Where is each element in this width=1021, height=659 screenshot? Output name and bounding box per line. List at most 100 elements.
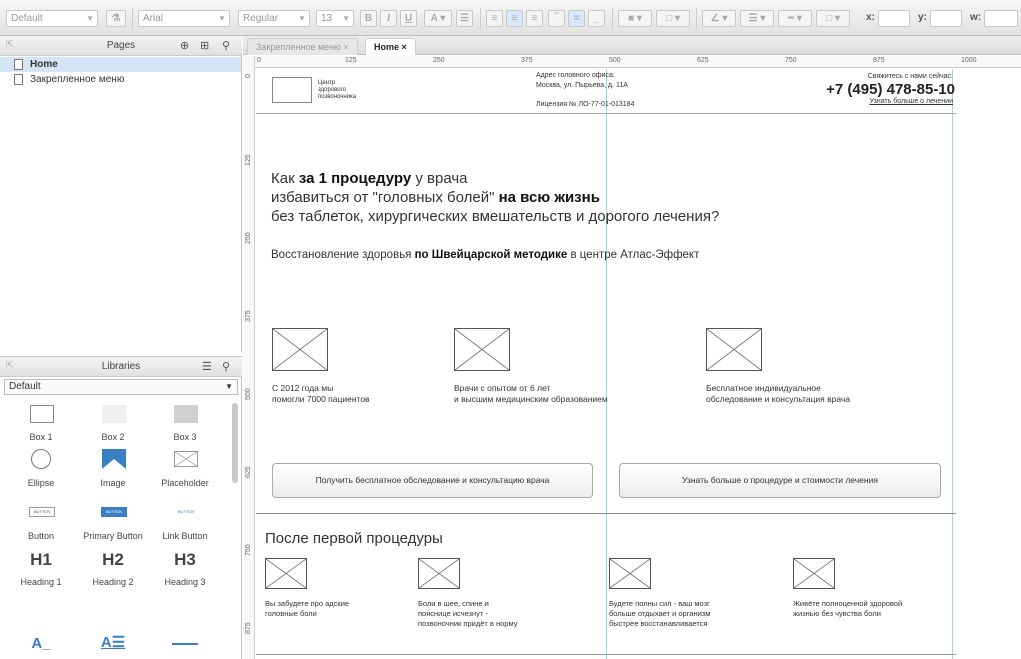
contact-link[interactable]: Узнать больше о лечении bbox=[786, 98, 953, 105]
feature-text: помогли 7000 пациентов bbox=[272, 394, 370, 404]
ruler-tick-label: 250 bbox=[245, 232, 252, 244]
library-item-box2[interactable]: Box 2 bbox=[78, 405, 148, 445]
guide-line[interactable] bbox=[952, 69, 953, 659]
library-item-heading3[interactable]: H3 Heading 3 bbox=[150, 550, 220, 594]
library-item-label: Box 3 bbox=[173, 432, 197, 442]
library-item-heading1[interactable]: H1 Heading 1 bbox=[6, 550, 76, 594]
box2-preview bbox=[102, 405, 126, 423]
learn-more-button[interactable]: Узнать больше о процедуре и стоимости ле… bbox=[619, 463, 941, 498]
fill-color-button[interactable]: ■ ▾ bbox=[618, 10, 652, 27]
section-divider bbox=[256, 513, 956, 514]
paragraph-icon: A☰ bbox=[100, 634, 126, 651]
page-item-home[interactable]: Home bbox=[0, 57, 241, 72]
section-title: После первой процедуры bbox=[265, 530, 443, 547]
feature-text: С 2012 года мы bbox=[272, 383, 334, 393]
label-widget-icon: A_ bbox=[31, 635, 51, 652]
search-icon[interactable]: ⚲ bbox=[222, 360, 230, 373]
align-center-icon[interactable]: ≡ bbox=[506, 10, 523, 27]
library-item-connector[interactable] bbox=[150, 639, 220, 657]
library-item-image[interactable]: Image bbox=[78, 449, 148, 491]
feature-text: и высшим медицинским образованием bbox=[454, 394, 608, 404]
library-item-label: Heading 1 bbox=[20, 577, 62, 587]
library-item-label: Box 2 bbox=[101, 432, 125, 442]
feature-text: Врачи с опытом от 6 лет bbox=[454, 383, 551, 393]
ruler-tick-label: 625 bbox=[697, 57, 709, 64]
result-text: позвоночник придёт в норму bbox=[418, 619, 518, 628]
ruler-tick-label: 125 bbox=[245, 154, 252, 166]
library-item-button[interactable]: BUTTON Button bbox=[6, 507, 76, 547]
line-width-button[interactable]: ☰ ▾ bbox=[740, 10, 774, 27]
logo-box bbox=[272, 77, 312, 103]
add-page-icon[interactable]: ⊕ bbox=[180, 39, 189, 52]
toolbar-divider bbox=[612, 8, 613, 29]
libraries-panel: ⇱ Libraries ☰ ⚲ Default ▼ Box 1 Box 2 Bo… bbox=[0, 356, 242, 659]
paint-icon[interactable]: ⚗ bbox=[106, 10, 126, 27]
heading2-preview: H2 bbox=[102, 550, 124, 569]
library-item-ellipse[interactable]: Ellipse bbox=[6, 449, 76, 491]
menu-icon[interactable]: ☰ bbox=[202, 360, 212, 373]
arrow-style-button[interactable]: □ ▾ bbox=[816, 10, 850, 27]
result-text: головные боли bbox=[265, 609, 317, 618]
align-middle-icon[interactable]: = bbox=[568, 10, 585, 27]
result-image-placeholder bbox=[418, 558, 460, 589]
tab-home[interactable]: Home × bbox=[365, 38, 416, 55]
guide-line[interactable] bbox=[606, 69, 607, 659]
align-bottom-icon[interactable]: _ bbox=[588, 10, 605, 27]
libraries-scrollbar[interactable] bbox=[232, 403, 238, 483]
ruler-tick-label: 500 bbox=[245, 388, 252, 400]
w-field[interactable] bbox=[984, 10, 1018, 27]
font-select-value: Arial bbox=[143, 13, 164, 24]
library-item-heading2[interactable]: H2 Heading 2 bbox=[78, 550, 148, 594]
add-folder-icon[interactable]: ⊞ bbox=[200, 39, 209, 52]
font-color-button[interactable]: A ▾ bbox=[424, 10, 452, 27]
library-item-box1[interactable]: Box 1 bbox=[6, 405, 76, 445]
headline-line-2: избавиться от "головных болей" на всю жи… bbox=[271, 189, 600, 206]
bold-button[interactable]: B bbox=[360, 10, 377, 27]
result-text: Вы забудете про адские bbox=[265, 599, 350, 608]
w-label: w: bbox=[970, 12, 982, 23]
library-item-label: Ellipse bbox=[27, 478, 55, 488]
library-item-paragraph[interactable]: A☰ bbox=[78, 633, 148, 657]
library-select[interactable]: Default ▼ bbox=[4, 379, 238, 395]
design-canvas[interactable]: Центр здорового позвоночника Адрес голов… bbox=[256, 69, 1021, 659]
bottom-divider bbox=[256, 654, 956, 655]
tab-pinned-menu[interactable]: Закрепленное меню × bbox=[247, 38, 358, 55]
y-field[interactable] bbox=[930, 10, 962, 27]
headline-line-1: Как за 1 процедуру у врача bbox=[271, 170, 468, 187]
size-select[interactable]: 13 ▼ bbox=[316, 10, 354, 27]
x-field[interactable] bbox=[878, 10, 910, 27]
box3-preview bbox=[174, 405, 198, 423]
weight-select[interactable]: Regular ▼ bbox=[238, 10, 310, 27]
library-item-box3[interactable]: Box 3 bbox=[150, 405, 220, 445]
address-line: Москва, ул. Пырьева, д. 11А bbox=[536, 82, 628, 89]
bullets-button[interactable]: ☰ bbox=[456, 10, 473, 27]
result-text: Будете полны сил - ваш мозг bbox=[609, 599, 710, 608]
library-item-label: Heading 3 bbox=[164, 577, 206, 587]
x-label: x: bbox=[866, 12, 875, 23]
contact-label: Свяжитесь с нами сейчас: bbox=[867, 73, 953, 80]
library-item-link-button[interactable]: BUTTON Link Button bbox=[150, 507, 220, 547]
line-style-button[interactable]: ┅ ▾ bbox=[778, 10, 812, 27]
free-consultation-button[interactable]: Получить бесплатное обследование и консу… bbox=[272, 463, 593, 498]
library-item-primary-button[interactable]: BUTTON Primary Button bbox=[78, 507, 148, 547]
underline-button[interactable]: U bbox=[400, 10, 417, 27]
ruler-tick-label: 125 bbox=[345, 57, 357, 64]
ruler-tick-label: 500 bbox=[609, 57, 621, 64]
italic-button[interactable]: I bbox=[380, 10, 397, 27]
line-color-button[interactable]: ∠ ▾ bbox=[702, 10, 736, 27]
headline-line-3: без таблеток, хирургических вмешательств… bbox=[271, 208, 720, 225]
align-top-icon[interactable]: ‾ bbox=[548, 10, 565, 27]
library-item-label: Button bbox=[27, 531, 55, 541]
style-select[interactable]: Default ▼ bbox=[6, 10, 98, 27]
library-item-label: Primary Button bbox=[83, 531, 143, 541]
library-item-label: Box 1 bbox=[29, 432, 53, 442]
font-select[interactable]: Arial ▼ bbox=[138, 10, 230, 27]
fill-style-button[interactable]: □ ▾ bbox=[656, 10, 690, 27]
align-left-icon[interactable]: ≡ bbox=[486, 10, 503, 27]
page-item-pinned-menu[interactable]: Закрепленное меню bbox=[0, 72, 241, 87]
search-icon[interactable]: ⚲ bbox=[222, 39, 230, 52]
align-right-icon[interactable]: ≡ bbox=[526, 10, 543, 27]
library-item-label-widget[interactable]: A_ bbox=[6, 635, 76, 657]
ellipse-icon bbox=[31, 449, 51, 469]
library-item-placeholder[interactable]: Placeholder bbox=[150, 449, 220, 491]
